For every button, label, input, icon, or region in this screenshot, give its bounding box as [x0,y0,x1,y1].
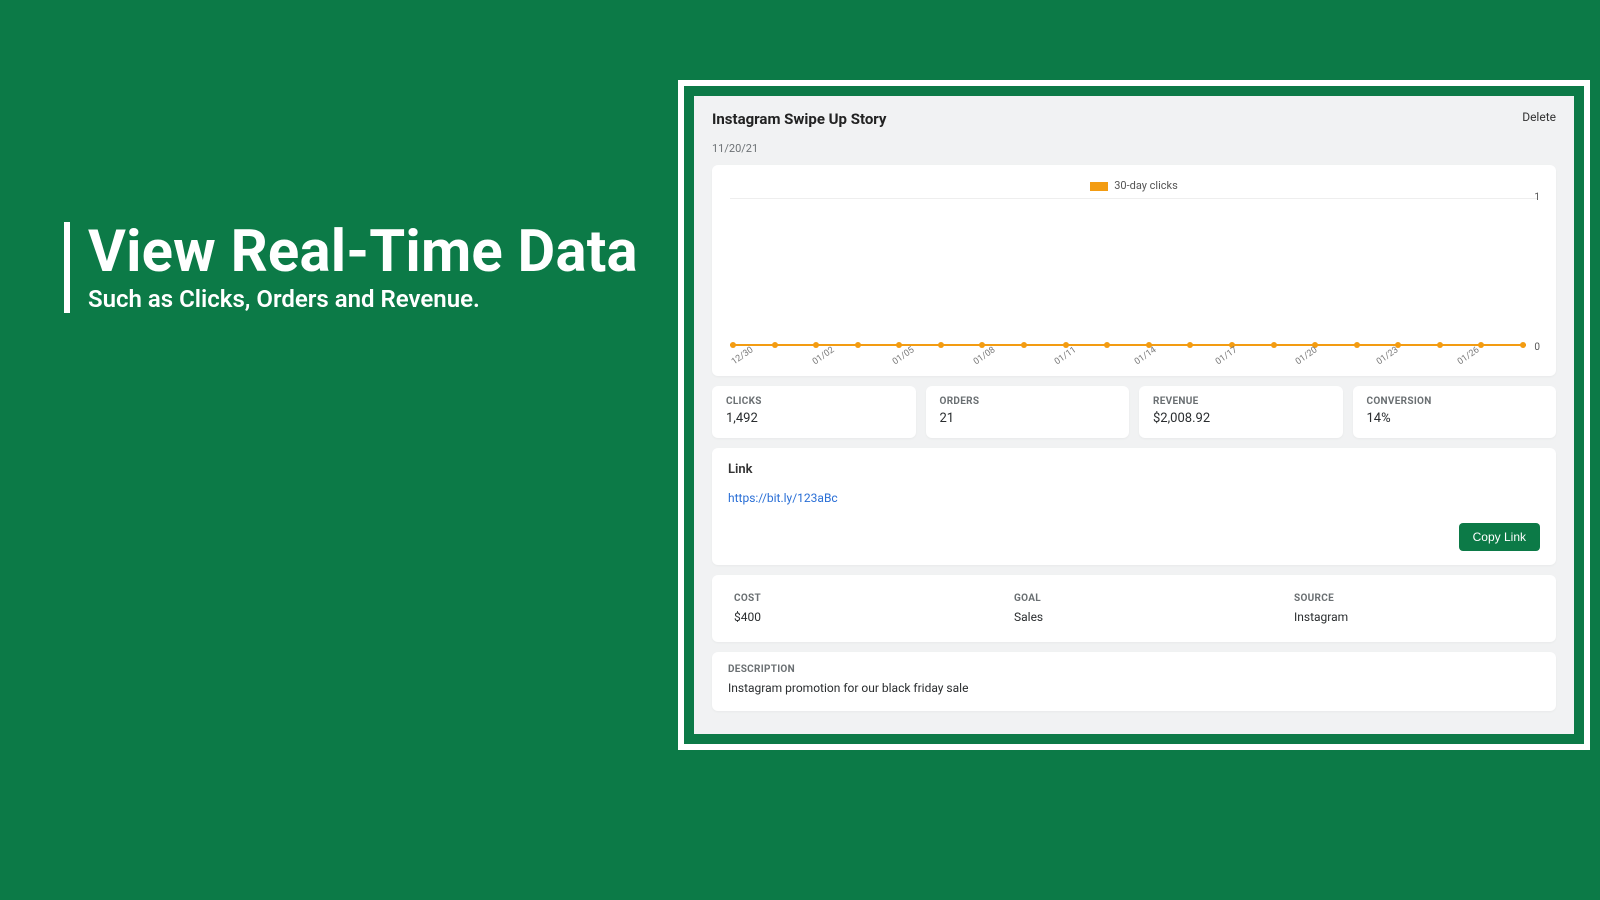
legend-swatch-icon [1090,182,1108,191]
stat-label: REVENUE [1153,396,1329,407]
chart-ytick-max: 1 [1534,192,1540,203]
attribute-label: GOAL [1014,593,1254,604]
chart-dot [730,342,736,348]
stat-label: ORDERS [940,396,1116,407]
stat-label: CLICKS [726,396,902,407]
marketing-subtitle: Such as Clicks, Orders and Revenue. [88,285,638,313]
attributes-card: COST $400 GOAL Sales SOURCE Instagram [712,575,1556,642]
stat-card: REVENUE $2,008.92 [1139,386,1343,438]
chart-dot [938,342,944,348]
chart-dot [855,342,861,348]
page-date: 11/20/21 [712,142,1556,155]
page-title: Instagram Swipe Up Story [712,110,886,128]
chart-xticks: 12/3001/0201/0501/0801/1101/1401/1701/20… [730,359,1526,369]
stat-value: $2,008.92 [1153,411,1329,426]
tracking-link[interactable]: https://bit.ly/123aBc [728,491,1540,505]
link-card: Link https://bit.ly/123aBc Copy Link [712,448,1556,565]
attribute-column: COST $400 [734,593,974,624]
chart-dot [772,342,778,348]
attribute-label: COST [734,593,974,604]
stat-card: ORDERS 21 [926,386,1130,438]
stat-label: CONVERSION [1367,396,1543,407]
app-frame: Instagram Swipe Up Story Delete 11/20/21… [678,80,1590,750]
chart-dot [896,342,902,348]
attribute-column: SOURCE Instagram [1294,593,1534,624]
link-actions: Copy Link [728,523,1540,551]
chart-legend-label: 30-day clicks [1114,179,1178,192]
stat-card: CONVERSION 14% [1353,386,1557,438]
stats-row: CLICKS 1,492 ORDERS 21 REVENUE $2,008.92 CONVE… [712,386,1556,438]
attribute-value: $400 [734,610,974,624]
attribute-label: SOURCE [1294,593,1534,604]
copy-link-button[interactable]: Copy Link [1459,523,1540,551]
stat-value: 14% [1367,411,1543,426]
chart-legend: 30-day clicks [730,179,1538,192]
delete-button[interactable]: Delete [1522,110,1556,124]
description-label: DESCRIPTION [728,664,1540,675]
chart-plot: 1 0 12/3001/0201/0501/0801/1101/1401/170… [730,198,1538,368]
chart-card: 30-day clicks 1 0 12/3001/0201/0501/0801… [712,165,1556,376]
stat-card: CLICKS 1,492 [712,386,916,438]
marketing-title: View Real-Time Data [88,222,638,283]
app-surface: Instagram Swipe Up Story Delete 11/20/21… [694,96,1574,734]
chart-ytick-min: 0 [1534,342,1540,353]
stat-value: 21 [940,411,1116,426]
chart-dot [979,342,985,348]
attribute-value: Sales [1014,610,1254,624]
chart-dot [813,342,819,348]
stat-value: 1,492 [726,411,902,426]
description-card: DESCRIPTION Instagram promotion for our … [712,652,1556,711]
attribute-column: GOAL Sales [1014,593,1254,624]
link-section-title: Link [728,462,1540,477]
description-text: Instagram promotion for our black friday… [728,681,1540,695]
chart-data-points [730,342,1526,348]
attribute-value: Instagram [1294,610,1534,624]
page-header: Instagram Swipe Up Story Delete [712,110,1556,128]
chart-dot [1021,342,1027,348]
marketing-hero: View Real-Time Data Such as Clicks, Orde… [64,222,638,313]
